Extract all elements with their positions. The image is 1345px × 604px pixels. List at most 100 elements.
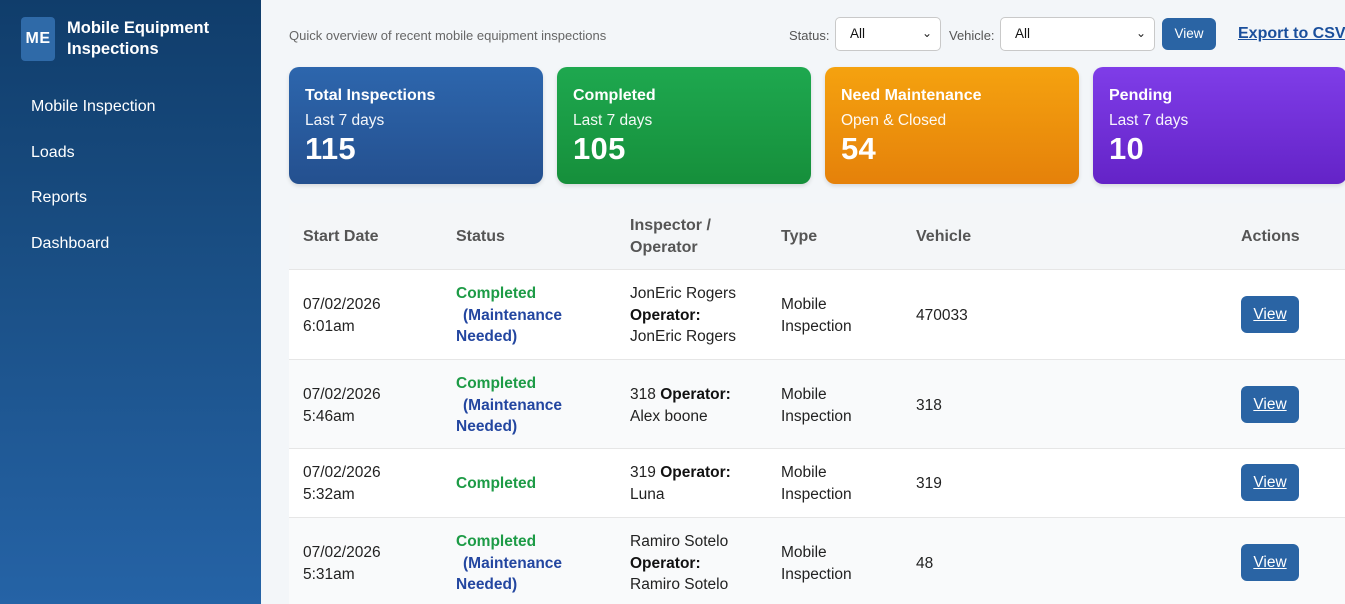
col-actions: Actions [1241,228,1300,245]
operator-name: Luna [630,485,665,503]
operator-label: Operator: [630,554,701,572]
row-vehicle: 318 [916,397,942,414]
time-text: 5:31am [303,565,355,583]
date-text: 07/02/2026 [303,296,381,313]
type-text: Mobile [781,296,827,313]
vehicle-select[interactable]: All ⌄ [1000,17,1155,51]
type-text: Mobile [781,386,827,403]
status-filter-label: Status: [789,28,830,43]
col-operator: Operator [630,239,698,256]
card-pending: Pending Last 7 days 10 [1093,67,1345,184]
card-total-inspections: Total Inspections Last 7 days 115 [289,67,543,184]
card-subtitle: Last 7 days [305,112,385,129]
status-maintenance: (Maintenance [463,396,563,414]
row-view-button[interactable]: View [1241,544,1299,581]
type-text: Inspection [781,565,852,583]
status-select[interactable]: All ⌄ [835,17,941,51]
card-subtitle: Open & Closed [841,112,947,129]
operator-name: Ramiro Sotelo [630,576,729,593]
filter-view-button[interactable]: View [1162,18,1216,50]
table-row: 07/02/2026 5:32am Completed 319 Operator… [289,448,1345,517]
status-maintenance: Needed) [456,418,518,435]
operator-label: Operator: [630,306,701,324]
row-vehicle: 48 [916,555,934,572]
card-value: 115 [305,131,356,166]
type-text: Mobile [781,464,827,481]
card-value: 54 [841,131,877,166]
card-subtitle: Last 7 days [1109,112,1189,129]
card-title: Total Inspections [305,87,436,104]
operator-name: Alex boone [630,407,708,425]
row-type: Mobile Inspection [781,462,852,505]
filter-bar: Quick overview of recent mobile equipmen… [261,17,1345,51]
type-text: Inspection [781,407,852,425]
time-text: 6:01am [303,317,355,335]
card-title: Need Maintenance [841,87,982,104]
row-vehicle: 470033 [916,307,968,324]
col-status: Status [456,228,505,245]
row-type: Mobile Inspection [781,294,852,337]
export-csv-link[interactable]: Export to CSV [1238,25,1345,43]
date-text: 07/02/2026 [303,544,381,561]
row-status: Completed (Maintenance Needed) [456,531,562,596]
status-completed: Completed [456,375,537,392]
date-text: 07/02/2026 [303,464,381,481]
date-text: 07/02/2026 [303,386,381,403]
card-completed: Completed Last 7 days 105 [557,67,811,184]
row-type: Mobile Inspection [781,542,852,585]
status-completed: Completed [456,475,537,492]
operator-label: Operator: [660,386,731,403]
table-row: 07/02/2026 5:46am Completed (Maintenance… [289,359,1345,448]
status-select-value: All [850,26,866,41]
row-view-button[interactable]: View [1241,296,1299,333]
col-type: Type [781,228,818,245]
card-title: Completed [573,87,656,104]
card-title: Pending [1109,87,1173,104]
inspector-name: 319 [630,464,656,481]
operator-name: JonEric Rogers [630,328,736,345]
status-maintenance: Needed) [456,328,518,345]
row-inspector: 319 Operator: Luna [630,462,731,505]
row-inspector: Ramiro Sotelo Operator: Ramiro Sotelo [630,531,728,596]
table-row: 07/02/2026 5:31am Completed (Maintenance… [289,517,1345,604]
inspector-name: JonEric Rogers [630,285,736,302]
sidebar-item-mobile-inspection[interactable]: Mobile Inspection [0,84,261,130]
vehicle-select-value: All [1015,26,1031,41]
app-logo: ME [21,17,55,61]
page-subtitle: Quick overview of recent mobile equipmen… [289,28,607,43]
vehicle-filter-label: Vehicle: [949,28,995,43]
table-header: Start Date Status Inspector / Operator T… [289,203,1345,269]
type-text: Inspection [781,485,852,503]
type-text: Mobile [781,544,827,561]
row-date: 07/02/2026 5:46am [303,384,381,427]
card-value: 10 [1109,131,1145,166]
sidebar-item-loads[interactable]: Loads [0,130,261,176]
row-date: 07/02/2026 6:01am [303,294,381,337]
sidebar: ME Mobile Equipment Inspections Mobile I… [0,0,261,604]
chevron-down-icon: ⌄ [921,26,932,40]
status-maintenance: Needed) [456,576,518,593]
row-type: Mobile Inspection [781,384,852,427]
row-view-button[interactable]: View [1241,386,1299,423]
status-maintenance: (Maintenance [463,554,563,572]
table-row: 07/02/2026 6:01am Completed (Maintenance… [289,269,1345,359]
row-date: 07/02/2026 5:31am [303,542,381,585]
col-start-date: Start Date [303,228,379,245]
chevron-down-icon: ⌄ [1135,26,1146,40]
sidebar-item-dashboard[interactable]: Dashboard [0,221,261,267]
row-date: 07/02/2026 5:32am [303,462,381,505]
sidebar-item-reports[interactable]: Reports [0,175,261,221]
row-view-button[interactable]: View [1241,464,1299,501]
status-maintenance: (Maintenance [463,306,563,324]
row-status: Completed (Maintenance Needed) [456,373,562,438]
main-content: Quick overview of recent mobile equipmen… [261,0,1345,604]
row-status: Completed (Maintenance Needed) [456,283,562,348]
brand: ME Mobile Equipment Inspections [0,0,261,61]
row-inspector: JonEric Rogers Operator: JonEric Rogers [630,283,736,348]
col-vehicle: Vehicle [916,228,972,245]
card-subtitle: Last 7 days [573,112,653,129]
time-text: 5:32am [303,485,355,503]
row-inspector: 318 Operator: Alex boone [630,384,731,427]
status-completed: Completed [456,285,537,302]
card-need-maintenance: Need Maintenance Open & Closed 54 [825,67,1079,184]
